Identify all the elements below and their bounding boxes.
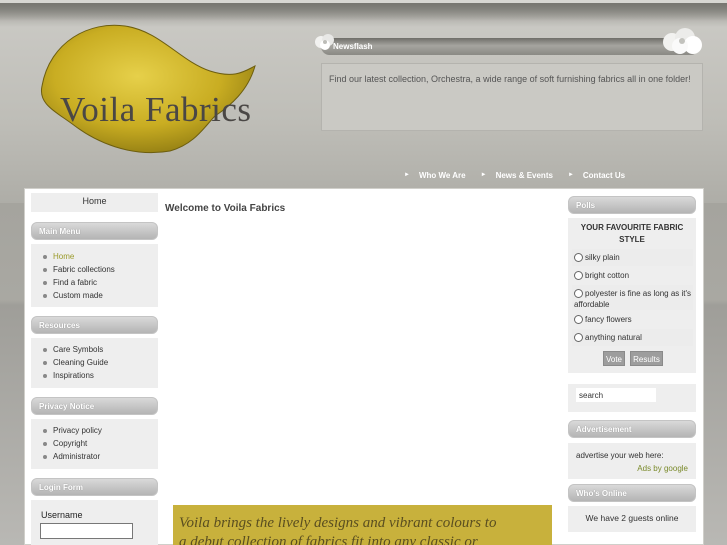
menu-item-copyright[interactable]: Copyright xyxy=(31,437,158,450)
nav-who-we-are[interactable]: ► Who We Are xyxy=(398,167,475,183)
radio-button[interactable] xyxy=(574,289,583,299)
results-button[interactable]: Results xyxy=(630,351,663,366)
banner-line: a debut collection of fabrics fit into a… xyxy=(179,534,478,545)
logo[interactable]: Voila Fabrics xyxy=(30,16,290,161)
poll-option[interactable]: fancy flowers xyxy=(574,314,696,325)
menu-item-custom-made[interactable]: Custom made xyxy=(31,289,158,302)
bullet-icon xyxy=(43,294,47,298)
arrow-right-icon: ► xyxy=(404,172,410,178)
menu-item-privacy-policy[interactable]: Privacy policy xyxy=(31,424,158,437)
polls-header: Polls xyxy=(568,196,696,214)
bullet-icon xyxy=(43,374,47,378)
welcome-banner: Voila brings the lively designs and vibr… xyxy=(173,505,552,545)
poll-question: YOUR FAVOURITE FABRIC STYLE xyxy=(580,223,684,244)
poll-option[interactable]: silky plain xyxy=(574,252,696,263)
poll-option-label: anything natural xyxy=(585,333,642,342)
main-menu-header: Main Menu xyxy=(31,222,158,240)
menu-item-label: Inspirations xyxy=(53,371,94,380)
radio-button[interactable] xyxy=(574,271,583,281)
bullet-icon xyxy=(43,281,47,285)
flower-icon xyxy=(663,28,702,54)
menu-item-cleaning-guide[interactable]: Cleaning Guide xyxy=(31,356,158,369)
poll-option-label: fancy flowers xyxy=(585,315,632,324)
search-input[interactable] xyxy=(576,388,656,402)
privacy-header: Privacy Notice xyxy=(31,397,158,415)
whos-online-header: Who's Online xyxy=(568,484,696,502)
bullet-icon xyxy=(43,429,47,433)
nav-label: Contact Us xyxy=(582,170,626,180)
top-nav: ► Who We Are ► News & Events ► Contact Us xyxy=(398,167,634,183)
nav-label: Who We Are xyxy=(418,170,466,180)
menu-item-label: Administrator xyxy=(53,452,101,461)
username-label: Username xyxy=(41,510,83,520)
radio-button[interactable] xyxy=(574,333,583,343)
username-input[interactable] xyxy=(40,523,133,539)
menu-item-label: Find a fabric xyxy=(53,278,98,287)
banner-text: Voila brings the lively designs and vibr… xyxy=(179,514,496,545)
vote-button[interactable]: Vote xyxy=(603,351,625,366)
menu-item-label: Copyright xyxy=(53,439,88,448)
resources-header: Resources xyxy=(31,316,158,334)
menu-item-inspirations[interactable]: Inspirations xyxy=(31,369,158,382)
bullet-icon xyxy=(43,361,47,365)
nav-news-events[interactable]: ► News & Events xyxy=(475,167,562,183)
home-tab[interactable]: Home xyxy=(31,193,158,212)
poll-option-label: silky plain xyxy=(585,253,620,262)
nav-label: News & Events xyxy=(495,170,553,180)
bullet-icon xyxy=(43,442,47,446)
whos-online-text: We have 2 guests online xyxy=(585,513,679,523)
bullet-icon xyxy=(43,348,47,352)
newsflash-text: Find our latest collection, Orchestra, a… xyxy=(329,74,691,84)
logo-text: Voila Fabrics xyxy=(60,90,252,129)
bullet-icon xyxy=(43,255,47,259)
newsflash-title: Newsflash xyxy=(333,42,373,51)
menu-item-label: Home xyxy=(53,252,75,261)
advertisement-panel: advertise your web here: Ads by google xyxy=(568,443,696,479)
poll-option-label: bright cotton xyxy=(585,271,630,280)
radio-button[interactable] xyxy=(574,315,583,325)
nav-contact-us[interactable]: ► Contact Us xyxy=(562,167,634,183)
logo-leaf-icon xyxy=(40,24,256,154)
whos-online-panel: We have 2 guests online xyxy=(568,506,696,532)
menu-item-home[interactable]: Home xyxy=(31,250,158,263)
menu-item-label: Custom made xyxy=(53,291,103,300)
bullet-icon xyxy=(43,268,47,272)
newsflash-header-bar xyxy=(321,38,699,55)
page-title: Welcome to Voila Fabrics xyxy=(165,203,286,214)
poll-option[interactable]: bright cotton xyxy=(574,270,696,281)
menu-item-care-symbols[interactable]: Care Symbols xyxy=(31,343,158,356)
poll-option-label: polyester is fine as long as it's afford… xyxy=(574,289,692,309)
advertisement-header: Advertisement xyxy=(568,420,696,438)
resources-panel: Care Symbols Cleaning Guide Inspirations xyxy=(31,338,158,388)
login-form-header: Login Form xyxy=(31,478,158,496)
menu-item-fabric-collections[interactable]: Fabric collections xyxy=(31,263,158,276)
newsflash-content: Find our latest collection, Orchestra, a… xyxy=(321,63,703,131)
poll-option[interactable]: polyester is fine as long as it's afford… xyxy=(574,288,694,310)
menu-item-find-a-fabric[interactable]: Find a fabric xyxy=(31,276,158,289)
menu-item-label: Fabric collections xyxy=(53,265,115,274)
banner-line: Voila brings the lively designs and vibr… xyxy=(179,515,497,531)
arrow-right-icon: ► xyxy=(480,172,487,178)
arrow-right-icon: ► xyxy=(567,172,574,178)
bullet-icon xyxy=(43,455,47,459)
menu-item-administrator[interactable]: Administrator xyxy=(31,450,158,463)
privacy-panel: Privacy policy Copyright Administrator xyxy=(31,419,158,469)
menu-item-label: Cleaning Guide xyxy=(53,358,109,367)
advertisement-text: advertise your web here: xyxy=(576,451,664,460)
radio-button[interactable] xyxy=(574,253,583,263)
main-menu-panel: Home Fabric collections Find a fabric Cu… xyxy=(31,244,158,307)
poll-option[interactable]: anything natural xyxy=(574,332,696,343)
menu-item-label: Privacy policy xyxy=(53,426,102,435)
ads-by-google-link[interactable]: Ads by google xyxy=(637,464,688,473)
menu-item-label: Care Symbols xyxy=(53,345,104,354)
